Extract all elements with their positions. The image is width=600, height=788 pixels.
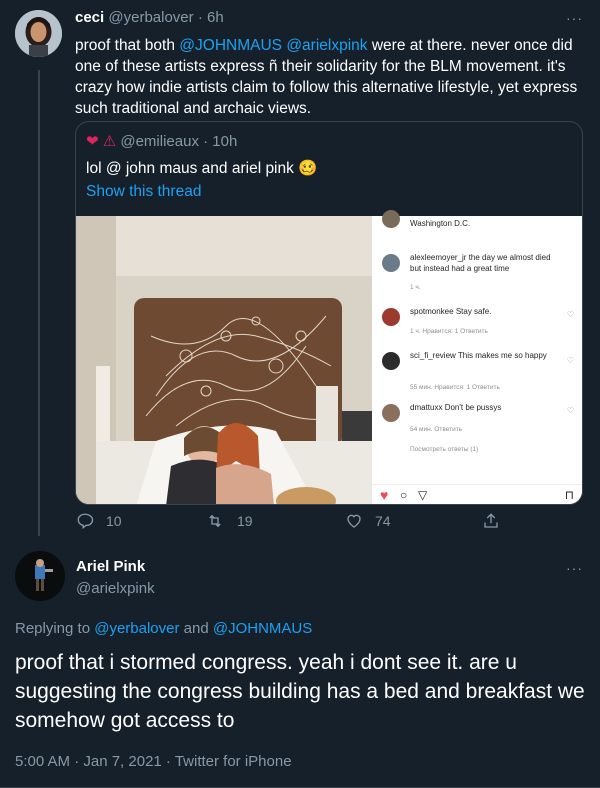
ig-comment-3-meta: 55 мин. Нравится: 1 Ответить [410, 384, 500, 391]
replying-mention-yerbalover[interactable]: @yerbalover [94, 620, 179, 637]
share-icon [484, 513, 498, 528]
quote-media[interactable]: Washington D.C. alexleemoyer_jr the day … [76, 210, 582, 504]
tweet1-separator: · [197, 9, 203, 26]
retweet-count: 19 [237, 513, 253, 529]
ig-comment-4: dmattuxx Don't be pussys [410, 402, 556, 413]
reply-action[interactable]: 10 [76, 512, 122, 530]
quote-header: ❤ ⚠ @emilieaux · 10h [86, 132, 237, 150]
retweet-action[interactable]: 19 [205, 512, 253, 530]
tweet2-author-handle[interactable]: @arielxpink [76, 580, 155, 597]
heart-icon [347, 514, 361, 528]
tweet1-text-before: proof that both [75, 37, 180, 54]
ig-comment-4-user[interactable]: dmattuxx [410, 403, 442, 412]
instagram-screenshot[interactable]: Washington D.C. alexleemoyer_jr the day … [372, 210, 582, 504]
thread-line [38, 70, 40, 536]
hotel-photo[interactable] [76, 216, 372, 504]
tweet2-text: proof that i stormed congress. yeah i do… [15, 651, 585, 732]
share-action[interactable] [482, 512, 500, 530]
ig-comment-1-user[interactable]: alexleemoyer_jr [410, 253, 466, 262]
mention-arielxpink[interactable]: @arielxpink [286, 37, 367, 54]
quote-text: lol @ john maus and ariel pink 🥴 [86, 160, 318, 177]
mention-johnmaus[interactable]: @JOHNMAUS [179, 37, 282, 54]
ig-comment-4-meta: 54 мин. Ответить [410, 426, 463, 433]
reply-icon [77, 513, 94, 530]
ig-location: Washington D.C. [410, 219, 471, 228]
ig-avatar-2 [382, 308, 400, 326]
replying-prefix: Replying to [15, 620, 95, 637]
ig-comment-2-user[interactable]: spotmonkee [410, 307, 454, 316]
ig-like-icon-2[interactable]: ♡ [567, 310, 574, 319]
replying-to: Replying to @yerbalover and @JOHNMAUS [15, 620, 312, 637]
ig-comment-2: spotmonkee Stay safe. [410, 306, 556, 317]
ig-comment-3: sci_fi_review This makes me so happy [410, 350, 556, 361]
ig-comment-4-text: Don't be pussys [444, 403, 502, 412]
quote-separator: · [203, 133, 209, 150]
quote-author-handle[interactable]: @emilieaux [120, 133, 199, 150]
ig-comment-1: alexleemoyer_jr the day we almost died b… [410, 252, 556, 274]
tweet1-author-handle[interactable]: @yerbalover [108, 9, 193, 26]
reply-count: 10 [106, 513, 122, 529]
ig-comment-1-meta: 1 ч. [410, 284, 421, 291]
like-action[interactable]: 74 [345, 512, 391, 530]
ig-comment-3-user[interactable]: sci_fi_review [410, 351, 456, 360]
ig-share-icon[interactable]: ▽ [418, 488, 427, 502]
ig-avatar-1 [382, 254, 400, 272]
ig-comment-2-meta: 1 ч. Нравится: 1 Ответить [410, 328, 488, 335]
tweet1-more-icon[interactable]: ··· [566, 10, 583, 26]
ig-avatar-3 [382, 352, 400, 370]
tweet2-more-icon[interactable]: ··· [566, 560, 583, 576]
ig-comment-2-text: Stay safe. [455, 307, 492, 316]
ig-avatar-top [382, 210, 400, 228]
tweet2-author-name[interactable]: Ariel Pink [76, 558, 145, 575]
show-thread-link[interactable]: Show this thread [86, 183, 201, 201]
ig-view-replies[interactable]: Посмотреть ответы (1) [410, 446, 478, 453]
avatar-ariel-pink[interactable] [15, 551, 65, 601]
like-count: 74 [375, 513, 391, 529]
tweet1-header: ceci @yerbalover · 6h [75, 9, 224, 26]
replying-and: and [179, 620, 213, 637]
ig-bookmark-icon[interactable]: ⊓ [565, 488, 574, 502]
avatar-ceci[interactable] [15, 10, 62, 57]
tweet1-time[interactable]: 6h [207, 9, 224, 26]
quote-author-icons: ❤ ⚠ [86, 133, 117, 150]
ig-like-icon-3[interactable]: ♡ [567, 356, 574, 365]
replying-mention-johnmaus[interactable]: @JOHNMAUS [213, 620, 312, 637]
ig-like-icon-4[interactable]: ♡ [567, 406, 574, 415]
ig-avatar-4 [382, 404, 400, 422]
tweet1-text: proof that both @JOHNMAUS @arielxpink we… [75, 35, 587, 119]
ig-comment-3-text: This makes me so happy [457, 351, 547, 360]
retweet-icon [209, 514, 221, 528]
quoted-tweet[interactable]: ❤ ⚠ @emilieaux · 10h lol @ john maus and… [75, 121, 583, 505]
tweet1-author-name[interactable]: ceci [75, 9, 104, 26]
quote-time[interactable]: 10h [212, 133, 237, 150]
ig-action-bar: ♥ ○ ▽ ⊓ [372, 484, 582, 504]
ig-heart-icon[interactable]: ♥ [380, 487, 388, 503]
tweet2-timestamp[interactable]: 5:00 AM · Jan 7, 2021 · Twitter for iPho… [15, 753, 292, 770]
ig-comment-icon[interactable]: ○ [400, 488, 407, 502]
